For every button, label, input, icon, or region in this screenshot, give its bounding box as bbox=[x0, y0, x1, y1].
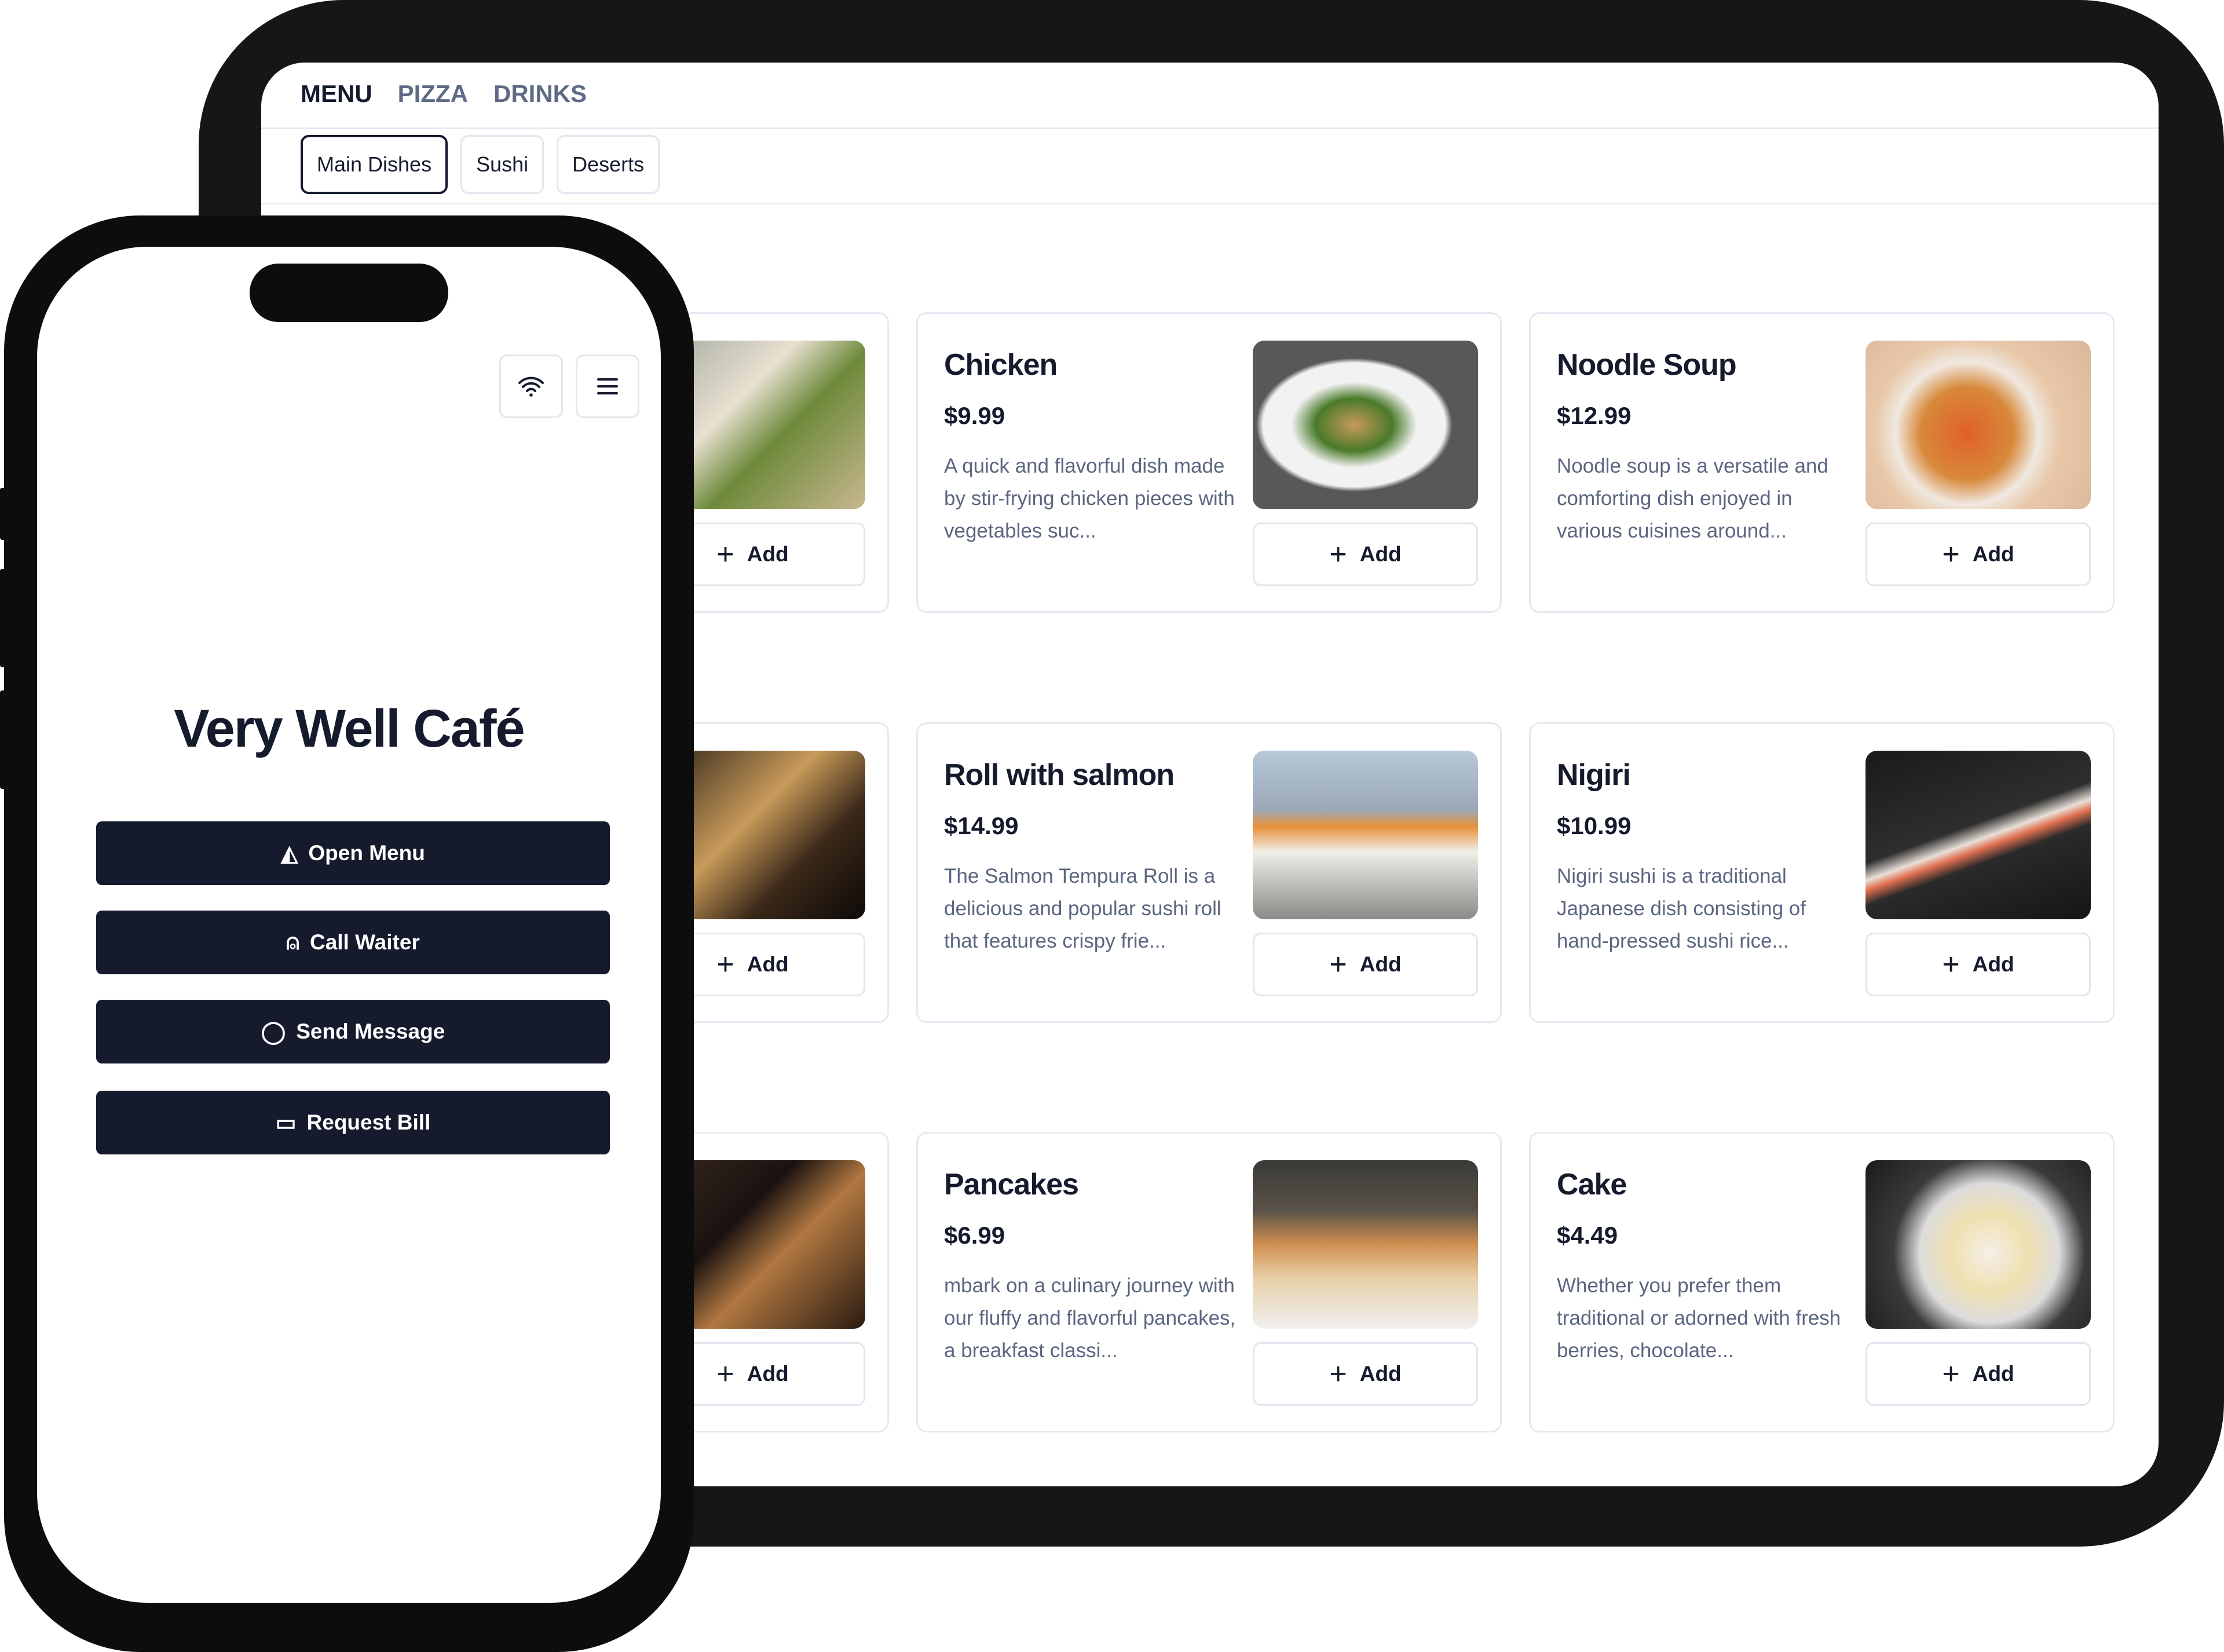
plus-icon: + bbox=[716, 1357, 734, 1391]
item-title: Nigiri bbox=[1557, 758, 1631, 792]
add-button[interactable]: + Add bbox=[1253, 933, 1478, 996]
menu-item-card: Noodle Soup $12.99 Noodle soup is a versat… bbox=[1529, 312, 2115, 613]
user-icon: ⍝ bbox=[286, 930, 299, 955]
hamburger-menu-button[interactable] bbox=[576, 354, 639, 418]
item-image bbox=[1865, 1160, 2091, 1329]
plus-icon: + bbox=[716, 948, 734, 981]
dynamic-island bbox=[250, 264, 448, 322]
category-tabs: Main Dishes Sushi Deserts bbox=[301, 135, 660, 194]
item-description: Nigiri sushi is a traditional Japanese d… bbox=[1557, 865, 1806, 952]
add-label: Add bbox=[747, 542, 789, 566]
pizza-slice-icon: ◭ bbox=[281, 841, 298, 866]
menu-item-card: Roll with salmon $14.99 The Salmon Tempura… bbox=[916, 722, 1502, 1023]
button-label: Request Bill bbox=[306, 1110, 431, 1134]
plus-icon: + bbox=[1942, 1357, 1960, 1391]
add-label: Add bbox=[1359, 1362, 1402, 1386]
plus-icon: + bbox=[1942, 948, 1960, 981]
nav-tab-pizza[interactable]: PIZZA bbox=[398, 80, 468, 108]
category-tab-deserts[interactable]: Deserts bbox=[557, 135, 660, 194]
item-price: $4.49 bbox=[1557, 1222, 1618, 1249]
button-label: Send Message bbox=[296, 1019, 445, 1043]
add-label: Add bbox=[1972, 1362, 2014, 1386]
divider bbox=[261, 127, 2159, 129]
add-button[interactable]: + Add bbox=[1253, 522, 1478, 586]
category-tab-main-dishes[interactable]: Main Dishes bbox=[301, 135, 448, 194]
menu-item-card: Cake $4.49 Whether you prefer them traditi… bbox=[1529, 1132, 2115, 1432]
item-description: A quick and flavorful dish made by stir-… bbox=[944, 455, 1235, 542]
wifi-icon bbox=[518, 377, 544, 397]
top-nav: MENU PIZZA DRINKS bbox=[301, 80, 587, 108]
item-image bbox=[1253, 751, 1478, 919]
phone-side-button bbox=[0, 488, 8, 540]
item-description: The Salmon Tempura Roll is a delicious a… bbox=[944, 865, 1221, 952]
item-description: Whether you prefer them traditional or a… bbox=[1557, 1274, 1841, 1362]
phone-frame: Very Well Café ◭ Open Menu ⍝ Call Waiter ◯ Se… bbox=[0, 215, 694, 1652]
plus-icon: + bbox=[1942, 538, 1960, 571]
item-image bbox=[1253, 1160, 1478, 1329]
add-button[interactable]: + Add bbox=[1865, 933, 2091, 996]
phone-screen: Very Well Café ◭ Open Menu ⍝ Call Waiter ◯ Se… bbox=[37, 247, 661, 1603]
add-label: Add bbox=[747, 1362, 789, 1386]
plus-icon: + bbox=[1329, 948, 1347, 981]
item-title: Pancakes bbox=[944, 1168, 1079, 1201]
cafe-title: Very Well Café bbox=[174, 699, 525, 758]
phone-side-button bbox=[0, 690, 8, 789]
item-title: Roll with salmon bbox=[944, 758, 1175, 792]
item-price: $6.99 bbox=[944, 1222, 1005, 1249]
add-label: Add bbox=[1359, 542, 1402, 566]
nav-tab-drinks[interactable]: DRINKS bbox=[493, 80, 587, 108]
chat-bubble-icon: ◯ bbox=[261, 1019, 286, 1044]
plus-icon: + bbox=[1329, 538, 1347, 571]
item-title: Chicken bbox=[944, 348, 1058, 382]
add-button[interactable]: + Add bbox=[1865, 522, 2091, 586]
menu-item-card: Pancakes $6.99 mbark on a culinary journey… bbox=[916, 1132, 1502, 1432]
plus-icon: + bbox=[1329, 1357, 1347, 1391]
menu-item-card: Nigiri $10.99 Nigiri sushi is a traditiona… bbox=[1529, 722, 2115, 1023]
menu-item-card: Chicken $9.99 A quick and flavorful dish m… bbox=[916, 312, 1502, 613]
open-menu-button[interactable]: ◭ Open Menu bbox=[96, 821, 610, 885]
divider bbox=[261, 203, 2159, 204]
wifi-button[interactable] bbox=[499, 354, 563, 418]
item-title: Cake bbox=[1557, 1168, 1627, 1201]
item-price: $10.99 bbox=[1557, 812, 1632, 839]
add-button[interactable]: + Add bbox=[1865, 1342, 2091, 1406]
plus-icon: + bbox=[716, 538, 734, 571]
add-label: Add bbox=[1972, 952, 2014, 976]
item-price: $9.99 bbox=[944, 402, 1005, 429]
wallet-icon: ▭ bbox=[275, 1110, 297, 1135]
request-bill-button[interactable]: ▭ Request Bill bbox=[96, 1091, 610, 1154]
add-label: Add bbox=[747, 952, 789, 976]
add-button[interactable]: + Add bbox=[1253, 1342, 1478, 1406]
item-price: $14.99 bbox=[944, 812, 1019, 839]
item-image bbox=[1253, 341, 1478, 509]
item-price: $12.99 bbox=[1557, 402, 1632, 429]
add-label: Add bbox=[1972, 542, 2014, 566]
button-label: Open Menu bbox=[308, 841, 425, 865]
call-waiter-button[interactable]: ⍝ Call Waiter bbox=[96, 911, 610, 974]
phone-side-button bbox=[0, 569, 8, 667]
item-description: Noodle soup is a versatile and comfortin… bbox=[1557, 455, 1828, 542]
category-tab-sushi[interactable]: Sushi bbox=[460, 135, 544, 194]
hamburger-menu-icon bbox=[597, 378, 618, 394]
add-label: Add bbox=[1359, 952, 1402, 976]
item-description: mbark on a culinary journey with our flu… bbox=[944, 1274, 1236, 1362]
send-message-button[interactable]: ◯ Send Message bbox=[96, 1000, 610, 1063]
button-label: Call Waiter bbox=[309, 930, 420, 954]
item-image bbox=[1865, 341, 2091, 509]
nav-tab-menu[interactable]: MENU bbox=[301, 80, 372, 108]
item-image bbox=[1865, 751, 2091, 919]
item-title: Noodle Soup bbox=[1557, 348, 1737, 382]
